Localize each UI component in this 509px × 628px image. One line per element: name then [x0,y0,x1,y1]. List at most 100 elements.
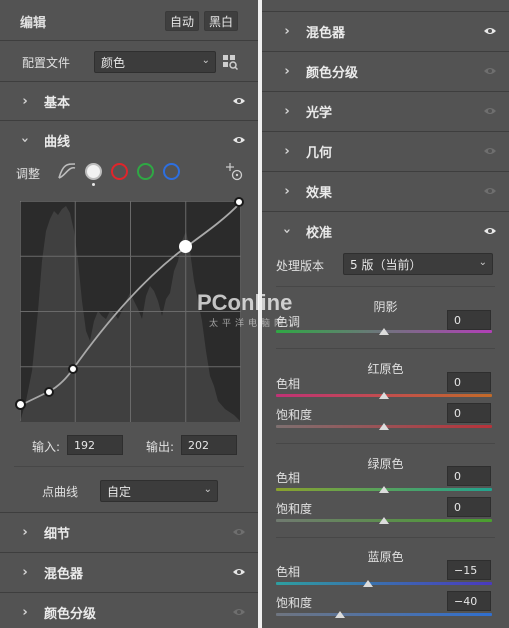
chevron-right-icon: › [22,93,28,109]
eye-icon[interactable] [483,66,497,76]
chevron-down-icon: › [17,137,33,143]
eye-icon[interactable] [232,96,246,106]
green-hue-value-field[interactable]: 0 [447,466,491,486]
curve-point-shadow[interactable] [44,387,54,397]
blue-saturation-slider-thumb[interactable] [335,611,345,618]
section-optics[interactable]: › 光学 [262,92,509,130]
point-curve-select[interactable]: 自定 ⌄ [100,480,218,502]
eye-icon[interactable] [232,527,246,537]
auto-button[interactable]: 自动 [165,11,199,31]
section-curve-title: 曲线 [44,134,71,150]
red-channel-button[interactable] [111,163,128,180]
red-hue-slider-thumb[interactable] [379,392,389,399]
green-saturation-label: 饱和度 [276,502,313,516]
section-effects-title: 效果 [306,185,333,201]
eye-icon[interactable] [483,186,497,196]
chevron-down-icon: ⌄ [478,257,487,268]
blue-channel-button[interactable] [163,163,180,180]
blue-hue-value-field[interactable]: −15 [447,560,491,580]
section-geometry[interactable]: › 几何 [262,132,509,170]
eye-icon[interactable] [483,226,497,236]
section-optics-title: 光学 [306,105,333,121]
input-label: 输入: [32,440,61,454]
section-mixer-title: 混色器 [306,25,346,41]
process-version-label: 处理版本 [276,259,325,273]
profile-label: 配置文件 [22,56,71,70]
eye-icon[interactable] [483,26,497,36]
red-saturation-value-field[interactable]: 0 [447,403,491,423]
blue-saturation-label: 饱和度 [276,596,313,610]
point-curve-select-value: 自定 [107,484,132,499]
process-version-value: 5 版（当前） [350,257,422,272]
section-calibration-title: 校准 [306,225,333,241]
green-channel-button[interactable] [137,163,154,180]
blue-hue-slider-track[interactable] [276,582,492,585]
eye-icon[interactable] [483,106,497,116]
red-saturation-label: 饱和度 [276,408,313,422]
section-basic-title: 基本 [44,95,71,111]
targeted-adjustment-icon[interactable] [225,163,243,181]
curve-point-selected[interactable] [179,240,192,253]
black-white-button[interactable]: 黑白 [204,11,238,31]
tint-label: 色调 [276,315,301,329]
green-saturation-value-field[interactable]: 0 [447,497,491,517]
section-detail[interactable]: › 细节 [0,513,258,551]
curve-point-white[interactable] [234,197,244,207]
section-curve[interactable]: › 曲线 [0,121,258,159]
process-version-select[interactable]: 5 版（当前） ⌄ [343,253,493,275]
chevron-right-icon: › [22,524,28,540]
blue-saturation-slider-track[interactable] [276,613,492,616]
section-geometry-title: 几何 [306,145,333,161]
point-curve-label: 点曲线 [42,485,79,499]
tint-slider-thumb[interactable] [379,328,389,335]
output-value-field[interactable]: 202 [181,435,237,455]
eye-icon[interactable] [232,607,246,617]
blue-saturation-value-field[interactable]: −40 [447,591,491,611]
blue-hue-slider-thumb[interactable] [363,580,373,587]
chevron-right-icon: › [284,143,290,159]
right-panel: › 混色器 › 颜色分级 › 光学 › 几何 › 效果 › 校准 处理版本 5 … [262,0,509,628]
red-hue-value-field[interactable]: 0 [447,372,491,392]
chevron-right-icon: › [284,103,290,119]
edit-title: 编辑 [20,16,47,31]
chevron-down-icon: ⌄ [201,55,210,66]
profile-browser-icon[interactable] [222,54,239,71]
section-color-grading-title: 颜色分级 [44,606,97,622]
section-mixer-title: 混色器 [44,566,84,582]
output-label: 输出: [146,440,175,454]
green-hue-slider-thumb[interactable] [379,486,389,493]
blue-hue-label: 色相 [276,565,301,579]
left-panel: 编辑 自动 黑白 配置文件 颜色 ⌄ › 基本 › 曲线 调整 输入: 192 … [0,0,258,628]
adjust-label: 调整 [16,167,41,181]
tint-value-field[interactable]: 0 [447,310,491,330]
green-hue-label: 色相 [276,471,301,485]
red-saturation-slider-thumb[interactable] [379,423,389,430]
chevron-right-icon: › [284,183,290,199]
curve-point-dark[interactable] [68,364,78,374]
section-basic[interactable]: › 基本 [0,82,258,120]
point-curve-white-channel[interactable] [85,163,102,180]
chevron-down-icon: › [279,228,295,234]
eye-icon[interactable] [232,567,246,577]
section-mixer[interactable]: › 混色器 [0,553,258,591]
eye-icon[interactable] [483,146,497,156]
section-color-grading-title: 颜色分级 [306,65,359,81]
chevron-right-icon: › [284,63,290,79]
chevron-down-icon: ⌄ [203,484,212,495]
profile-select-value: 颜色 [101,55,126,70]
input-value-field[interactable]: 192 [67,435,123,455]
section-mixer[interactable]: › 混色器 [262,12,509,50]
tone-curve-graph[interactable] [15,197,244,423]
red-hue-label: 色相 [276,377,301,391]
section-color-grading[interactable]: › 颜色分级 [0,593,258,628]
section-effects[interactable]: › 效果 [262,172,509,210]
eye-icon[interactable] [232,135,246,145]
profile-select[interactable]: 颜色 ⌄ [94,51,216,73]
section-color-grading[interactable]: › 颜色分级 [262,52,509,90]
section-detail-title: 细节 [44,526,71,542]
section-calibration[interactable]: › 校准 [262,212,509,250]
chevron-right-icon: › [22,604,28,620]
curve-point-black[interactable] [15,399,26,410]
green-saturation-slider-thumb[interactable] [379,517,389,524]
parametric-curve-icon[interactable] [57,162,77,180]
